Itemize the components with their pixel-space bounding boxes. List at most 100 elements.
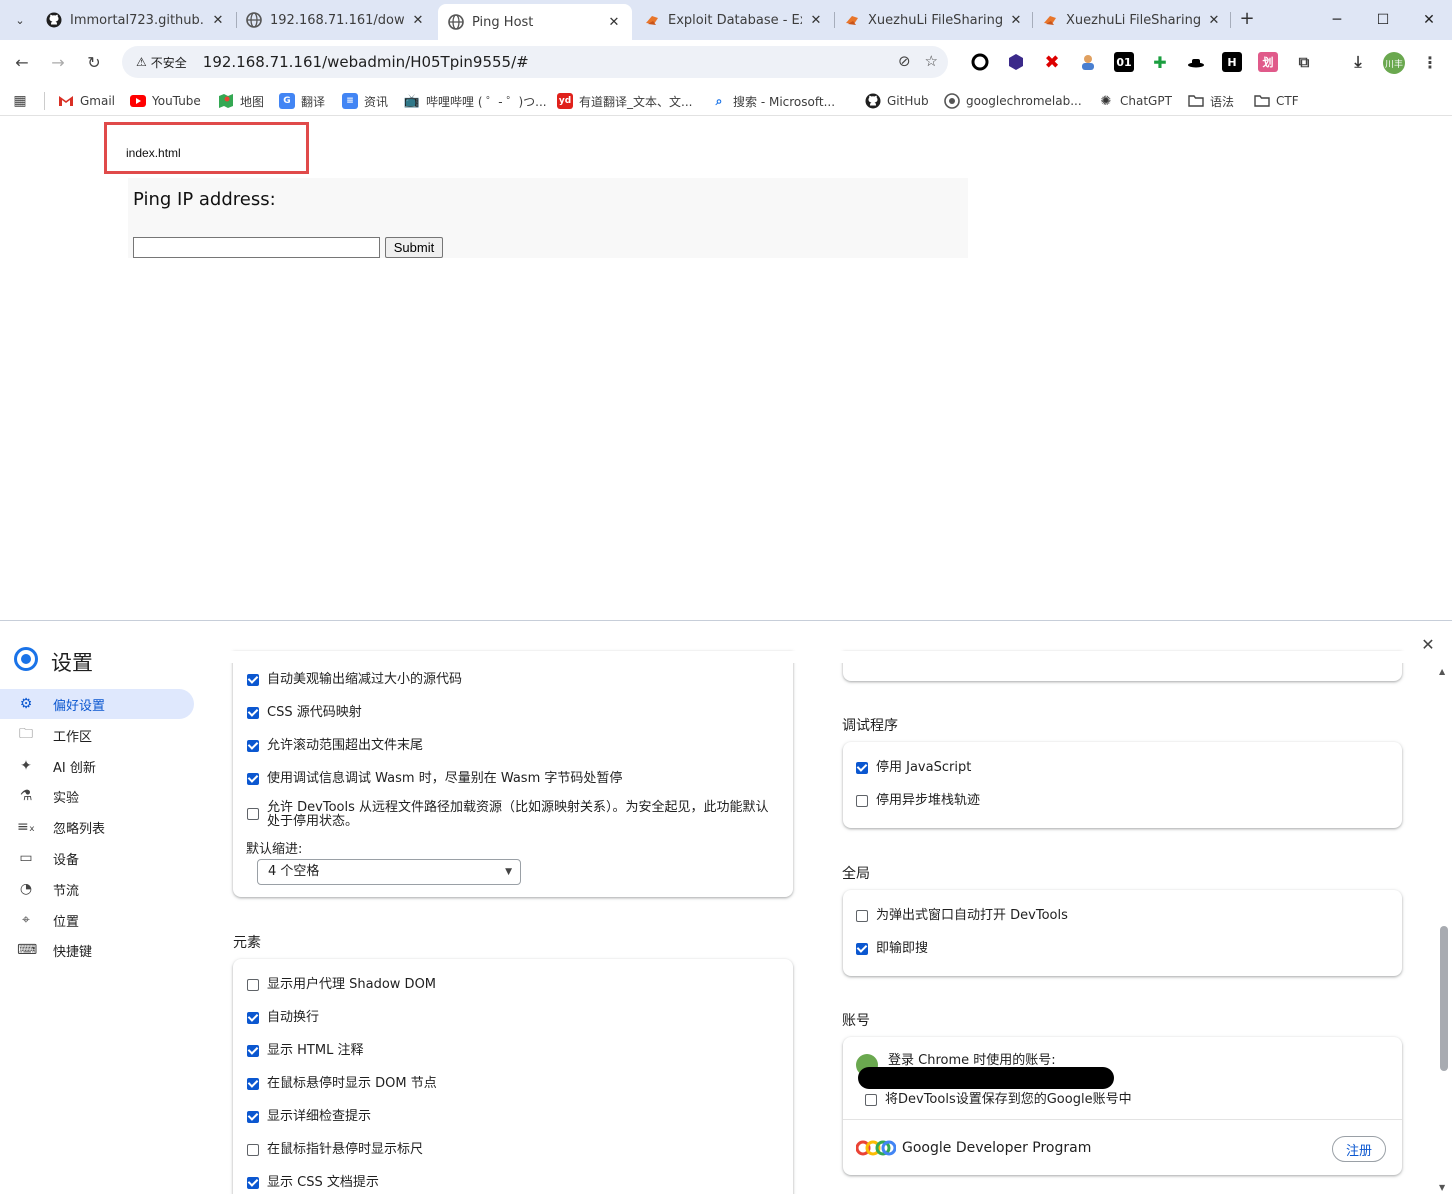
bookmark-github[interactable]: GitHub <box>865 92 929 110</box>
back-arrow-icon[interactable]: ← <box>9 50 35 76</box>
checkbox-checked[interactable] <box>247 1111 259 1123</box>
close-icon[interactable]: ✕ <box>1008 13 1024 28</box>
bookmark-maps[interactable]: 地图 <box>218 92 264 110</box>
sidebar-item-workspace[interactable]: 🗀 工作区 <box>0 720 194 750</box>
close-icon[interactable]: ✕ <box>1206 13 1222 28</box>
option-auto-pretty-print[interactable]: 自动美观输出缩减过大小的源代码 <box>247 673 462 687</box>
sidebar-item-experiments[interactable]: ⚗ 实验 <box>0 781 194 811</box>
option-word-wrap[interactable]: 自动换行 <box>247 1011 319 1025</box>
option-css-doc-hints[interactable]: 显示 CSS 文档提示 <box>247 1176 379 1190</box>
extension-h-icon[interactable]: H <box>1222 52 1242 72</box>
option-sync-devtools-settings[interactable]: 将DevTools设置保存到您的Google账号中 <box>865 1093 1132 1107</box>
checkbox-checked[interactable] <box>247 1177 259 1189</box>
checkbox-checked[interactable] <box>247 1045 259 1057</box>
bookmark-folder-grammar[interactable]: 语法 <box>1188 92 1234 110</box>
option-wasm-debug[interactable]: 使用调试信息调试 Wasm 时，尽量别在 Wasm 字节码处暂停 <box>247 772 622 786</box>
submit-button[interactable]: Submit <box>385 237 443 258</box>
extension-x-icon[interactable]: ✖ <box>1042 52 1062 73</box>
sidebar-item-shortcuts[interactable]: ⌨ 快捷键 <box>0 935 194 965</box>
option-remote-file-load[interactable]: 允许 DevTools 从远程文件路径加载资源（比如源映射关系）。为安全起见，此… <box>247 801 777 829</box>
close-icon[interactable]: ✕ <box>606 15 622 30</box>
download-icon[interactable]: ⤓ <box>1348 52 1368 72</box>
bookmark-star-icon[interactable]: ☆ <box>925 52 938 70</box>
sidebar-item-ignore-list[interactable]: ≡ₓ 忽略列表 <box>0 812 194 842</box>
extension-hat-icon[interactable] <box>1186 52 1206 72</box>
bookmark-youdao[interactable]: yd 有道翻译_文本、文... <box>557 92 692 110</box>
bookmark-youtube[interactable]: YouTube <box>130 92 201 110</box>
bookmark-gmail[interactable]: Gmail <box>58 92 115 110</box>
tab-search-chevron-icon[interactable]: ⌄ <box>8 8 32 32</box>
checkbox-unchecked[interactable] <box>247 1144 259 1156</box>
bookmark-bing-search[interactable]: ⌕ 搜索 - Microsoft... <box>711 92 835 110</box>
tab-exploit-db[interactable]: Exploit Database - Exp ✕ <box>644 6 824 34</box>
close-icon[interactable]: ✕ <box>410 13 426 28</box>
option-search-as-you-type[interactable]: 即输即搜 <box>856 942 928 956</box>
tab-immortal723[interactable]: Immortal723.github.io ✕ <box>46 6 226 34</box>
option-scroll-past-eof[interactable]: 允许滚动范围超出文件末尾 <box>247 739 423 753</box>
tab-xuezhuli-1[interactable]: XuezhuLi FileSharing - ✕ <box>844 6 1024 34</box>
checkbox-checked[interactable] <box>247 773 259 785</box>
checkbox-checked[interactable] <box>247 1012 259 1024</box>
option-css-source-maps[interactable]: CSS 源代码映射 <box>247 706 362 720</box>
option-disable-javascript[interactable]: 停用 JavaScript <box>856 761 971 775</box>
extension-cube-icon[interactable] <box>1006 52 1026 72</box>
option-show-shadow-dom[interactable]: 显示用户代理 Shadow DOM <box>247 978 436 992</box>
sidebar-item-throttling[interactable]: ◔ 节流 <box>0 874 194 904</box>
extension-highlight-icon[interactable]: 划 <box>1258 52 1278 72</box>
ip-address-input[interactable] <box>133 237 380 258</box>
sidebar-item-devices[interactable]: ▭ 设备 <box>0 843 194 873</box>
tab-ping-host[interactable]: Ping Host ✕ <box>438 4 632 40</box>
tab-download[interactable]: 192.168.71.161/downl ✕ <box>246 6 426 34</box>
close-icon[interactable]: ✕ <box>210 13 226 28</box>
maximize-icon[interactable]: ☐ <box>1368 8 1398 32</box>
apps-grid-icon[interactable]: ▦ <box>12 92 34 110</box>
default-indent-select[interactable]: 4 个空格 ▼ <box>257 859 521 885</box>
extension-01-icon[interactable]: 01 <box>1114 52 1134 72</box>
new-tab-plus-icon[interactable]: + <box>1237 8 1257 32</box>
checkbox-checked[interactable] <box>856 943 868 955</box>
eye-slash-icon[interactable]: ⊘ <box>898 52 911 70</box>
profile-avatar[interactable]: 川丰 <box>1383 52 1405 74</box>
checkbox-unchecked[interactable] <box>856 910 868 922</box>
minimize-icon[interactable]: ─ <box>1322 8 1352 32</box>
checkbox-checked[interactable] <box>247 740 259 752</box>
checkbox-unchecked[interactable] <box>865 1094 877 1106</box>
bookmark-folder-ctf[interactable]: CTF <box>1254 92 1299 110</box>
register-button[interactable]: 注册 <box>1332 1136 1386 1162</box>
scroll-down-icon[interactable]: ▼ <box>1439 1183 1445 1192</box>
extension-plus-icon[interactable]: ✚ <box>1150 52 1170 72</box>
window-close-icon[interactable]: ✕ <box>1414 8 1444 32</box>
bookmark-translate[interactable]: G 翻译 <box>279 92 325 110</box>
sidebar-item-ai-innovations[interactable]: ✦ AI 创新 <box>0 751 194 781</box>
extension-avatar-icon[interactable] <box>1078 52 1098 72</box>
bookmark-chatgpt[interactable]: ✺ ChatGPT <box>1098 92 1172 110</box>
sidebar-item-preferences[interactable]: ⚙ 偏好设置 <box>0 689 194 719</box>
reload-icon[interactable]: ↻ <box>81 50 107 76</box>
scroll-up-icon[interactable]: ▲ <box>1439 667 1445 676</box>
security-chip[interactable]: ⚠ 不安全 <box>128 50 195 74</box>
bookmark-news[interactable]: ≡ 资讯 <box>342 92 388 110</box>
address-bar[interactable]: ⚠ 不安全 192.168.71.161/webadmin/H05Tpin955… <box>122 46 948 78</box>
tab-xuezhuli-2[interactable]: XuezhuLi FileSharing - ✕ <box>1042 6 1222 34</box>
checkbox-unchecked[interactable] <box>856 795 868 807</box>
sidebar-item-locations[interactable]: ⌖ 位置 <box>0 905 194 935</box>
extension-circle-icon[interactable] <box>970 52 990 72</box>
option-reveal-dom-node-hover[interactable]: 在鼠标悬停时显示 DOM 节点 <box>247 1077 437 1091</box>
checkbox-checked[interactable] <box>247 674 259 686</box>
option-auto-open-devtools-popups[interactable]: 为弹出式窗口自动打开 DevTools <box>856 909 1068 923</box>
checkbox-checked[interactable] <box>247 707 259 719</box>
checkbox-checked[interactable] <box>247 1078 259 1090</box>
checkbox-unchecked[interactable] <box>247 979 259 991</box>
close-icon[interactable]: ✕ <box>808 13 824 28</box>
scrollbar-thumb[interactable] <box>1440 926 1448 1071</box>
option-disable-async-stack[interactable]: 停用异步堆栈轨迹 <box>856 794 980 808</box>
close-icon[interactable]: ✕ <box>1418 635 1438 655</box>
url-text[interactable]: 192.168.71.161/webadmin/H05Tpin9555/# <box>203 53 529 71</box>
kebab-menu-icon[interactable]: ⋮ <box>1420 52 1440 72</box>
forward-arrow-icon[interactable]: → <box>45 50 71 76</box>
option-detailed-inspect-tooltip[interactable]: 显示详细检查提示 <box>247 1110 371 1124</box>
bookmark-bilibili[interactable]: 📺 哔哩哔哩 ( ゜- ゜)つ... <box>404 92 547 110</box>
option-show-html-comments[interactable]: 显示 HTML 注释 <box>247 1044 363 1058</box>
bookmark-googlechromelabs[interactable]: googlechromelab... <box>944 92 1082 110</box>
checkbox-unchecked[interactable] <box>247 808 259 820</box>
